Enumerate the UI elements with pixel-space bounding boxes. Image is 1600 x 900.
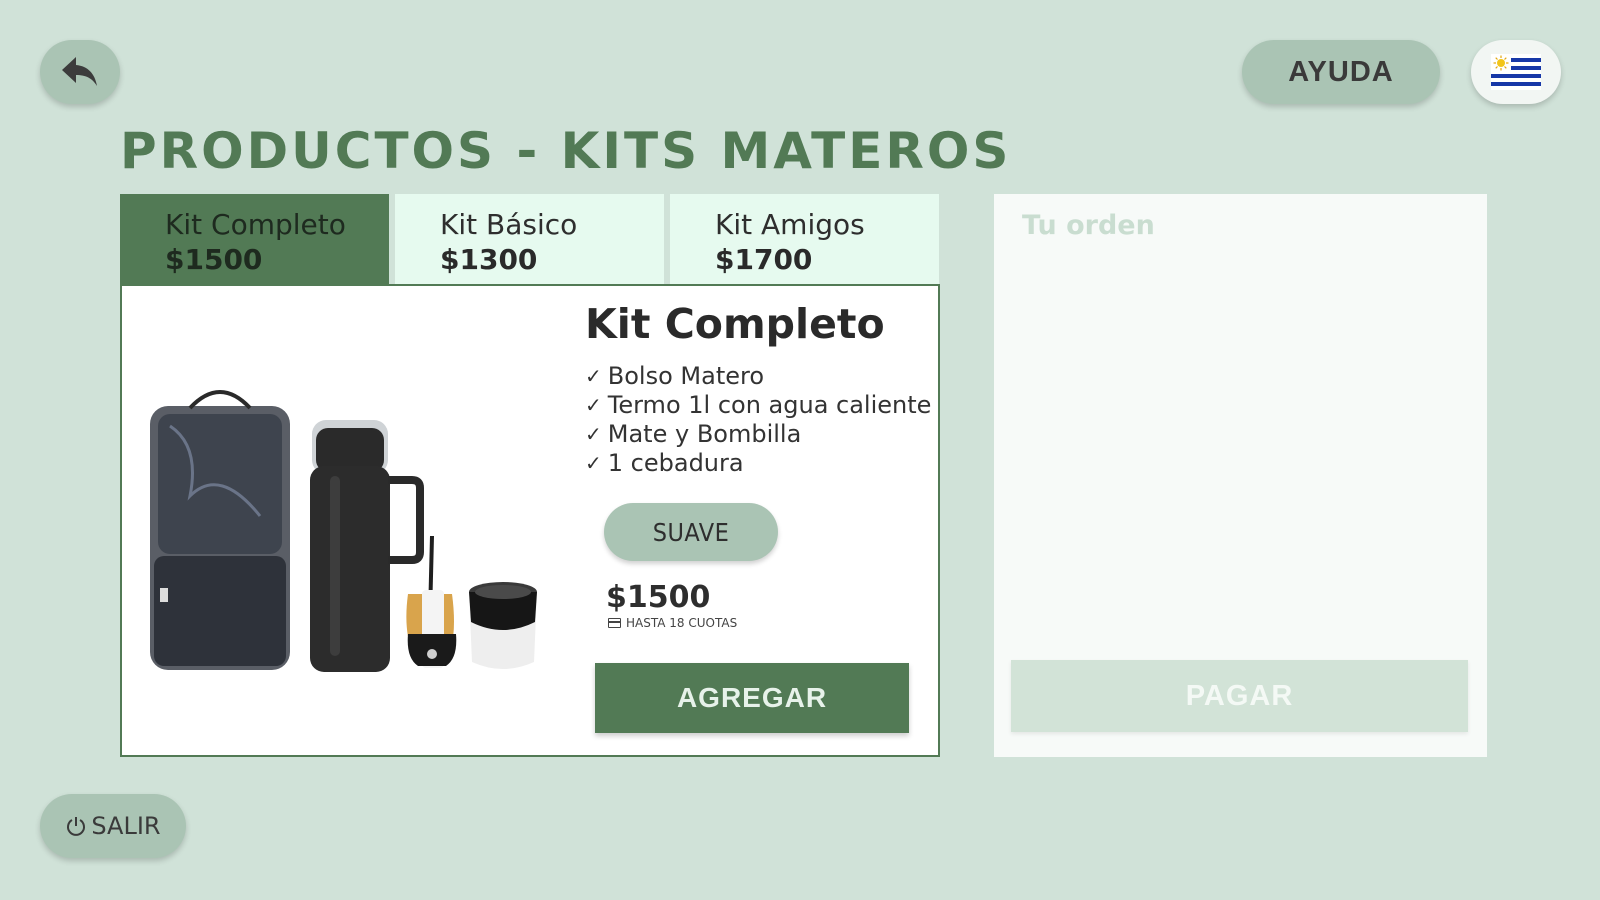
kit-tabs: Kit Completo $1500 Kit Básico $1300 Kit … xyxy=(120,194,945,284)
product-title: Kit Completo xyxy=(585,300,885,348)
feature-item: ✓ 1 cebadura xyxy=(585,449,931,478)
reply-arrow-icon xyxy=(62,57,97,86)
feature-item: ✓ Mate y Bombilla xyxy=(585,420,931,449)
feature-text: Termo 1l con agua caliente xyxy=(607,391,932,419)
product-detail-panel: Kit Completo ✓ Bolso Matero ✓ Termo 1l con… xyxy=(120,284,940,757)
yerba-can-illustration xyxy=(469,582,537,669)
page-title: PRODUCTOS - KITS MATEROS xyxy=(120,122,1012,180)
credit-card-icon xyxy=(608,618,621,628)
tab-kit-amigos[interactable]: Kit Amigos $1700 xyxy=(670,194,939,284)
check-icon: ✓ xyxy=(585,451,602,475)
feature-list: ✓ Bolso Matero ✓ Termo 1l con agua calient… xyxy=(585,362,931,478)
tab-kit-completo[interactable]: Kit Completo $1500 xyxy=(120,194,389,284)
thermos-illustration xyxy=(310,420,424,672)
feature-item: ✓ Termo 1l con agua caliente xyxy=(585,391,931,420)
help-button[interactable]: AYUDA xyxy=(1242,40,1440,104)
add-to-order-button[interactable]: AGREGAR xyxy=(595,663,909,733)
product-kit-image xyxy=(150,390,537,672)
feature-text: Bolso Matero xyxy=(607,362,765,390)
flavor-suave-button[interactable]: SUAVE xyxy=(604,503,778,561)
tab-price: $1300 xyxy=(440,243,538,276)
exit-button[interactable]: SALIR xyxy=(40,794,186,858)
check-icon: ✓ xyxy=(585,422,602,446)
tab-kit-basico[interactable]: Kit Básico $1300 xyxy=(395,194,664,284)
installments-info: HASTA 18 CUOTAS xyxy=(608,616,737,630)
check-icon: ✓ xyxy=(585,393,602,417)
tab-name: Kit Amigos xyxy=(715,208,865,241)
power-icon xyxy=(67,817,86,836)
feature-text: Mate y Bombilla xyxy=(607,420,802,448)
tab-price: $1700 xyxy=(715,243,813,276)
exit-label: SALIR xyxy=(91,812,161,840)
language-button[interactable] xyxy=(1471,40,1561,104)
feature-item: ✓ Bolso Matero xyxy=(585,362,931,391)
pay-button[interactable]: PAGAR xyxy=(1011,660,1468,732)
tab-name: Kit Completo xyxy=(165,208,346,241)
tab-name: Kit Básico xyxy=(440,208,578,241)
back-button[interactable] xyxy=(40,40,120,104)
check-icon: ✓ xyxy=(585,364,602,388)
backpack-illustration xyxy=(150,390,290,670)
feature-text: 1 cebadura xyxy=(607,449,744,477)
uruguay-flag-icon xyxy=(1491,54,1541,90)
installments-text: HASTA 18 CUOTAS xyxy=(626,616,738,630)
order-title: Tu orden xyxy=(1022,210,1155,241)
product-price: $1500 xyxy=(606,580,711,615)
order-panel: Tu orden PAGAR xyxy=(994,194,1487,757)
tab-price: $1500 xyxy=(165,243,263,276)
